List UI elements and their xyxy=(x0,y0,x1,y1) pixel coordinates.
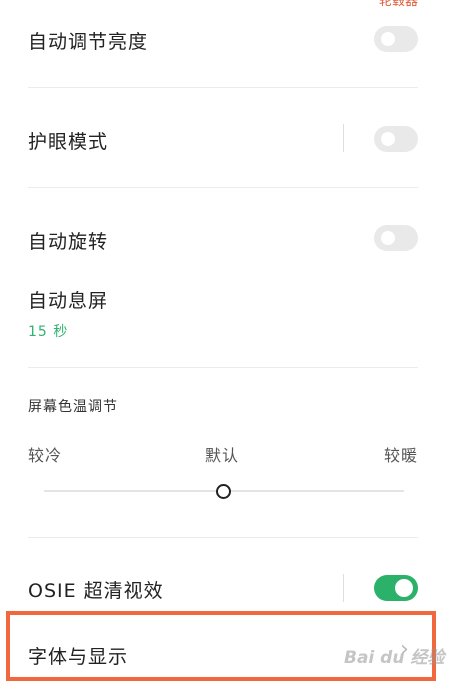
osie-label: OSIE 超清视效 xyxy=(28,580,164,602)
screen-timeout-row[interactable]: 自动息屏 15 秒 xyxy=(28,286,428,346)
screen-timeout-value: 15 秒 xyxy=(28,324,69,340)
toggle-knob xyxy=(381,231,395,245)
clipped-top-text: 轮毂器 xyxy=(378,0,418,9)
auto-brightness-toggle[interactable] xyxy=(374,26,418,52)
color-temp-cool-label: 较冷 xyxy=(28,446,63,465)
divider xyxy=(28,537,418,538)
divider xyxy=(28,367,418,368)
vertical-divider xyxy=(343,574,344,602)
divider xyxy=(28,87,418,88)
auto-rotate-label: 自动旋转 xyxy=(28,231,109,253)
eye-care-toggle[interactable] xyxy=(374,126,418,152)
screen-timeout-label: 自动息屏 xyxy=(28,290,109,312)
osie-toggle[interactable] xyxy=(374,575,418,601)
eye-care-label: 护眼模式 xyxy=(28,131,109,153)
toggle-knob xyxy=(381,32,395,46)
color-temp-default-label: 默认 xyxy=(205,446,240,465)
vertical-divider xyxy=(343,124,344,152)
divider xyxy=(28,187,418,188)
color-temp-slider-thumb[interactable] xyxy=(216,484,231,499)
color-temp-warm-label: 较暖 xyxy=(384,446,419,465)
toggle-knob xyxy=(395,579,413,597)
color-temp-label: 屏幕色温调节 xyxy=(28,399,118,415)
watermark-logo: Bai du 经验 xyxy=(344,648,445,668)
font-display-label: 字体与显示 xyxy=(28,646,129,668)
auto-rotate-toggle[interactable] xyxy=(374,225,418,251)
toggle-knob xyxy=(381,132,395,146)
auto-brightness-label: 自动调节亮度 xyxy=(28,31,149,53)
